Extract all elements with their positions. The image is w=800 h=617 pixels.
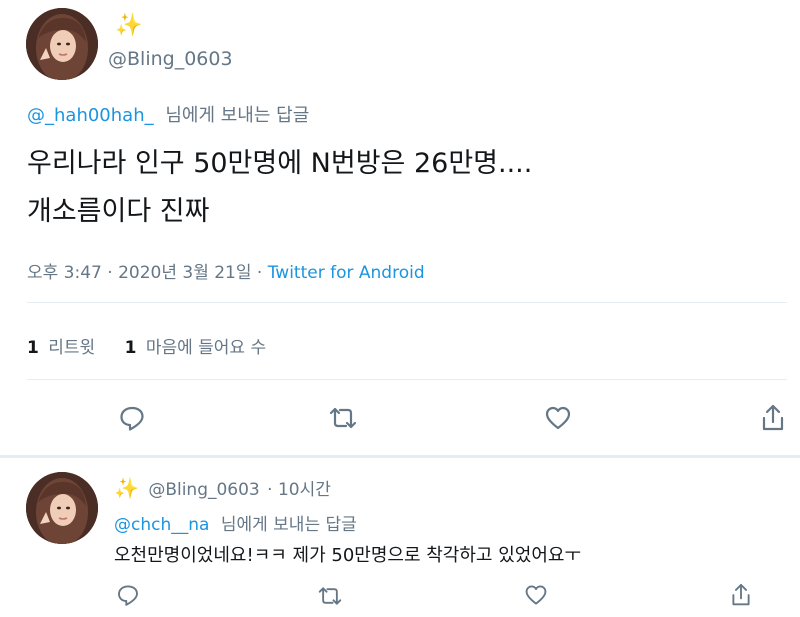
reply-time[interactable]: · 10시간 (267, 480, 331, 500)
retweet-icon[interactable] (316, 584, 344, 608)
tweet-text-line-1: 우리나라 인구 50만명에 N번방은 26만명.... (27, 148, 533, 179)
reply-to-user-link[interactable]: @chch__na (114, 515, 209, 535)
divider (27, 379, 787, 380)
sparkle-emoji: ✨ (115, 13, 143, 38)
share-icon[interactable] (730, 582, 752, 608)
tweet-stats: 1 리트윗 1 마음에 들어요 수 (27, 333, 266, 358)
avatar[interactable] (26, 8, 98, 80)
heart-icon[interactable] (524, 583, 548, 607)
avatar[interactable] (26, 472, 98, 544)
sparkle-emoji: ✨ (114, 476, 139, 500)
retweet-icon[interactable] (327, 404, 359, 432)
reply-to-user-link[interactable]: @_hah00hah_ (27, 105, 154, 126)
reply-to-suffix: 님에게 보내는 답글 (220, 515, 357, 535)
tweet-text-line-2: 개소름이다 진짜 (27, 196, 210, 227)
user-handle[interactable]: @Bling_0603 (108, 48, 233, 70)
retweet-count: 1 (27, 338, 39, 358)
reply-context: @chch__na 님에게 보내는 답글 (114, 510, 357, 535)
source-link[interactable]: Twitter for Android (268, 263, 425, 283)
tweet-separator (0, 455, 800, 458)
retweet-stat[interactable]: 1 리트윗 (27, 338, 101, 358)
reply-context: @_hah00hah_ 님에게 보내는 답글 (27, 101, 309, 127)
user-handle[interactable]: @Bling_0603 (148, 480, 259, 500)
reply-icon[interactable] (116, 583, 140, 607)
timestamp[interactable]: 오후 3:47 · 2020년 3월 21일 · (27, 263, 268, 283)
retweet-label: 리트윗 (48, 338, 96, 358)
reply-to-suffix: 님에게 보내는 답글 (165, 105, 310, 126)
divider (27, 302, 787, 303)
reply-text: 오천만명이었네요!ㅋㅋ 제가 50만명으로 착각하고 있었어요ㅜ (114, 545, 582, 566)
reply-header: ✨ @Bling_0603 · 10시간 (114, 475, 331, 500)
like-count: 1 (124, 338, 137, 358)
like-label: 마음에 들어요 수 (145, 338, 267, 358)
reply-icon[interactable] (118, 404, 146, 432)
heart-icon[interactable] (544, 404, 572, 432)
share-icon[interactable] (760, 403, 786, 433)
tweet-meta: 오후 3:47 · 2020년 3월 21일 · Twitter for And… (27, 258, 425, 283)
like-stat[interactable]: 1 마음에 들어요 수 (125, 338, 267, 358)
